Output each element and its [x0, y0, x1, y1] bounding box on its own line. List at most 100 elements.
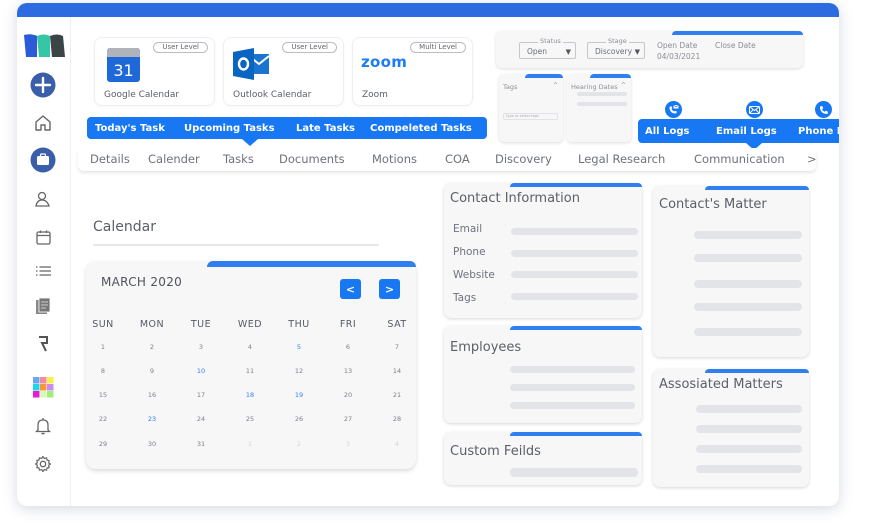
calendar-day[interactable]: 3: [181, 343, 221, 351]
calendar-day[interactable]: 15: [83, 391, 123, 399]
placeholder-line: [510, 366, 635, 373]
task-tab-upcoming[interactable]: Upcoming Tasks: [184, 123, 275, 134]
tags-title: Tags: [503, 83, 518, 91]
calendar-day[interactable]: 30: [132, 440, 172, 448]
calendar-day-event[interactable]: 5: [279, 343, 319, 351]
level-badge: User Level: [282, 42, 337, 53]
bell-icon[interactable]: [29, 412, 57, 440]
calendar-day[interactable]: 11: [230, 367, 270, 375]
calendar-day[interactable]: 1: [83, 343, 123, 351]
tab-legal-research[interactable]: Legal Research: [578, 152, 665, 166]
level-badge: User Level: [153, 42, 208, 53]
tab-coa[interactable]: COA: [445, 152, 470, 166]
card-accent: [525, 74, 563, 78]
chevron-right-icon[interactable]: >: [807, 152, 817, 166]
add-icon[interactable]: [29, 71, 57, 99]
tab-tasks[interactable]: Tasks: [223, 152, 254, 166]
integration-card-outlook[interactable]: User Level Outlook Calendar: [224, 38, 343, 105]
stage-select[interactable]: Stage Discovery ▼: [587, 37, 645, 59]
app-window: User Level 31 Google Calendar User Level…: [17, 3, 839, 506]
task-tab-completed[interactable]: Compeleted Tasks: [370, 123, 472, 134]
briefcase-icon[interactable]: [29, 146, 57, 174]
hearing-dates-title: Hearing Dates: [571, 83, 618, 91]
tab-details[interactable]: Details: [90, 152, 130, 166]
calendar-day[interactable]: 26: [279, 415, 319, 423]
calendar-day[interactable]: 8: [83, 367, 123, 375]
contacts-icon[interactable]: [29, 185, 57, 213]
bubble-pointer: [242, 139, 258, 146]
card-accent: [510, 432, 642, 436]
calendar-day[interactable]: 4: [377, 440, 417, 448]
tab-discovery[interactable]: Discovery: [495, 152, 552, 166]
log-tab-all[interactable]: All Logs: [645, 126, 689, 137]
calendar-day[interactable]: 28: [377, 415, 417, 423]
calendar-day[interactable]: 16: [132, 391, 172, 399]
list-icon[interactable]: [29, 257, 57, 285]
calendar-day[interactable]: 6: [328, 343, 368, 351]
calendar-day[interactable]: 12: [279, 367, 319, 375]
calendar-day[interactable]: 2: [279, 440, 319, 448]
calendar-day[interactable]: 14: [377, 367, 417, 375]
calendar-heading: Calendar: [93, 219, 156, 235]
calendar-day[interactable]: 25: [230, 415, 270, 423]
placeholder-line: [696, 445, 802, 453]
weekday-header: SAT: [387, 319, 407, 330]
calendar-icon[interactable]: [29, 223, 57, 251]
calendar-widget: MARCH 2020 < > SUN MON TUE WED THU FRI SAT 1 2 3 4…: [86, 261, 416, 469]
tab-documents[interactable]: Documents: [279, 152, 345, 166]
apps-icon[interactable]: [29, 373, 57, 401]
calendar-day[interactable]: 2: [132, 343, 172, 351]
calendar-day[interactable]: 20: [328, 391, 368, 399]
calendar-day[interactable]: 27: [328, 415, 368, 423]
billing-icon[interactable]: [29, 330, 57, 358]
calendar-day[interactable]: 9: [132, 367, 172, 375]
documents-icon[interactable]: [29, 292, 57, 320]
calendar-day[interactable]: 4: [230, 343, 270, 351]
calendar-day[interactable]: 3: [328, 440, 368, 448]
calendar-day[interactable]: 21: [377, 391, 417, 399]
calendar-day-event[interactable]: 18: [230, 391, 270, 399]
task-tab-late[interactable]: Late Tasks: [296, 123, 355, 134]
weekday-header: THU: [288, 319, 310, 330]
collapse-icon[interactable]: ^: [621, 82, 626, 89]
tags-input[interactable]: type or select tags: [503, 113, 558, 120]
associated-matters-card: Assosiated Matters: [653, 369, 809, 487]
log-tab-phone[interactable]: Phone Logs: [798, 126, 839, 137]
integration-card-zoom[interactable]: Multi Level zoom Zoom: [353, 38, 472, 105]
placeholder-line: [694, 303, 802, 311]
calendar-day-event[interactable]: 10: [181, 367, 221, 375]
collapse-icon[interactable]: ^: [553, 82, 558, 89]
prev-month-button[interactable]: <: [340, 279, 361, 299]
log-tab-email[interactable]: Email Logs: [716, 126, 777, 137]
calendar-day[interactable]: 1: [230, 440, 270, 448]
employees-card: Employees: [444, 326, 642, 423]
task-tab-today[interactable]: Today's Task: [95, 123, 165, 134]
email-label: Email: [453, 223, 483, 235]
calendar-day[interactable]: 7: [377, 343, 417, 351]
card-title: Assosiated Matters: [659, 377, 783, 392]
calendar-day[interactable]: 13: [328, 367, 368, 375]
calendar-day-event[interactable]: 19: [279, 391, 319, 399]
phone-label: Phone: [453, 246, 486, 258]
card-accent: [510, 326, 642, 330]
log-filter-bar: All Logs Email Logs Phone Logs: [638, 119, 839, 143]
tab-communication[interactable]: Communication: [694, 152, 785, 166]
next-month-button[interactable]: >: [379, 279, 400, 299]
weekday-header: TUE: [190, 319, 212, 330]
dropdown-arrow-icon: ▼: [565, 48, 571, 56]
calendar-day[interactable]: 29: [83, 440, 123, 448]
card-accent: [207, 261, 416, 267]
tab-motions[interactable]: Motions: [372, 152, 417, 166]
gear-icon[interactable]: [29, 450, 57, 478]
calendar-day[interactable]: 22: [83, 415, 123, 423]
calendar-day-event[interactable]: 23: [132, 415, 172, 423]
calendar-day[interactable]: 31: [181, 440, 221, 448]
calendar-day[interactable]: 17: [181, 391, 221, 399]
home-icon[interactable]: [29, 109, 57, 137]
placeholder-line: [510, 384, 635, 391]
status-select[interactable]: Status Open ▼: [519, 37, 576, 59]
integration-card-google[interactable]: User Level 31 Google Calendar: [95, 38, 214, 105]
calendar-day[interactable]: 24: [181, 415, 221, 423]
placeholder-line: [577, 102, 627, 106]
tab-calender[interactable]: Calender: [148, 152, 200, 166]
